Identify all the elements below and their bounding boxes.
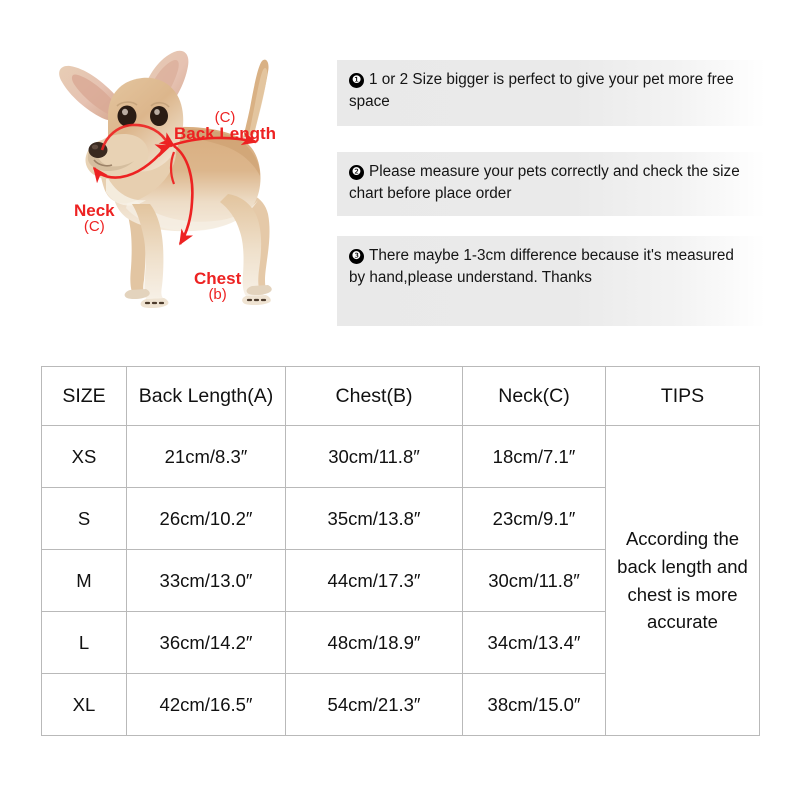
note-text-1: 1 or 2 Size bigger is perfect to give yo… [349,71,734,110]
dog-eye-right [150,106,168,126]
note-text-3: There maybe 1-3cm difference because it'… [349,247,734,286]
cell-chest: 30cm/11.8″ [285,425,463,488]
label-back-length: (C) Back Length [174,110,276,142]
cell-back-length: 42cm/16.5″ [126,673,286,736]
cell-chest: 35cm/13.8″ [285,487,463,550]
cell-size: S [41,487,127,550]
cell-size: M [41,549,127,612]
cell-back-length: 26cm/10.2″ [126,487,286,550]
label-chest-sub: (b) [208,285,227,303]
dog-illustration-svg [59,50,272,309]
top-section: (C) Back Length Neck (C) Chest (b) ❶1 or… [0,0,800,352]
cell-size: XS [41,425,127,488]
note-item-1: ❶1 or 2 Size bigger is perfect to give y… [337,60,765,126]
label-back-length-main: Back Length [174,123,277,143]
table-row: XS 21cm/8.3″ 30cm/11.8″ 18cm/7.1″ Accord… [41,425,760,736]
label-chest: Chest (b) [194,270,241,302]
cell-tips: According the back length and chest is m… [605,425,760,736]
label-neck-sub: (C) [83,217,105,235]
header-back-length: Back Length(A) [126,366,286,426]
cell-chest: 54cm/21.3″ [285,673,463,736]
note-number-badge-2: ❷ [349,165,364,180]
cell-size: L [41,611,127,674]
size-chart-header: SIZE Back Length(A) Chest(B) Neck(C) TIP… [41,366,760,426]
cell-chest: 44cm/17.3″ [285,549,463,612]
cell-neck: 38cm/15.0″ [462,673,606,736]
cell-neck: 30cm/11.8″ [462,549,606,612]
size-chart-body: XS 21cm/8.3″ 30cm/11.8″ 18cm/7.1″ Accord… [41,425,760,736]
size-chart-table: SIZE Back Length(A) Chest(B) Neck(C) TIP… [41,366,760,736]
cell-neck: 23cm/9.1″ [462,487,606,550]
label-neck: Neck (C) [74,202,115,234]
header-tips: TIPS [605,366,760,426]
cell-back-length: 36cm/14.2″ [126,611,286,674]
dog-eye-left [117,105,137,127]
header-size: SIZE [41,366,127,426]
note-item-2: ❷ Please measure your pets correctly and … [337,152,765,216]
cell-neck: 34cm/13.4″ [462,611,606,674]
cell-chest: 48cm/18.9″ [285,611,463,674]
header-chest: Chest(B) [285,366,463,426]
dog-measurement-diagram: (C) Back Length Neck (C) Chest (b) [22,24,332,324]
cell-neck: 18cm/7.1″ [462,425,606,488]
note-text-2: Please measure your pets correctly and c… [349,163,740,202]
cell-back-length: 33cm/13.0″ [126,549,286,612]
note-number-badge-1: ❶ [349,73,364,88]
cell-back-length: 21cm/8.3″ [126,425,286,488]
note-item-3: ❸ There maybe 1-3cm difference because it… [337,236,765,326]
cell-size: XL [41,673,127,736]
header-neck: Neck(C) [462,366,606,426]
table-header-row: SIZE Back Length(A) Chest(B) Neck(C) TIP… [41,366,760,426]
note-number-badge-3: ❸ [349,249,364,264]
